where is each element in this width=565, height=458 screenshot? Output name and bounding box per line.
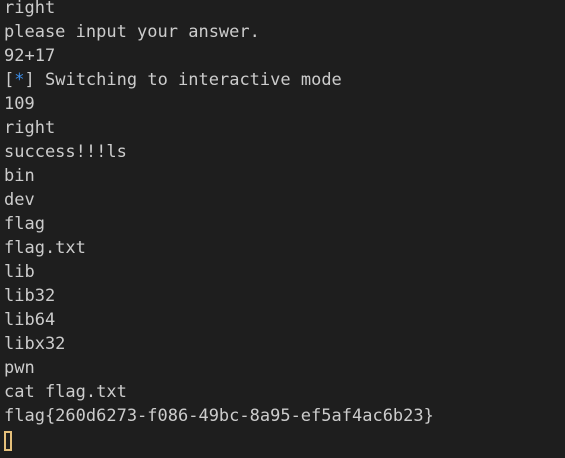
text-cursor[interactable] — [4, 431, 12, 451]
terminal-line: bin — [4, 166, 35, 186]
status-bracket-close: ] — [24, 70, 35, 90]
terminal-line: 109 — [4, 94, 35, 114]
terminal-line-status: [*] Switching to interactive mode — [4, 68, 565, 92]
terminal-line: cat flag.txt — [4, 382, 127, 402]
terminal-line: success!!!ls — [4, 142, 127, 162]
terminal-line: libx32 — [4, 334, 66, 354]
terminal-line: lib — [4, 262, 35, 282]
terminal-line: flag — [4, 214, 45, 234]
terminal-line: lib64 — [4, 310, 56, 330]
status-text: Switching to interactive mode — [34, 70, 342, 90]
terminal-line: lib32 — [4, 286, 56, 306]
terminal-line: right — [4, 118, 56, 138]
status-bracket-open: [ — [4, 70, 15, 90]
status-star: * — [14, 70, 25, 90]
terminal-line: pwn — [4, 358, 35, 378]
terminal-line-flag: flag{260d6273-f086-49bc-8a95-ef5af4ac6b2… — [4, 406, 434, 426]
terminal-line: please input your answer. — [4, 22, 260, 42]
terminal-line: 92+17 — [4, 46, 56, 66]
terminal-line: flag.txt — [4, 238, 86, 258]
input-prompt-line[interactable] — [4, 428, 565, 452]
terminal-line: right — [4, 0, 56, 18]
terminal-line: dev — [4, 190, 35, 210]
terminal-window[interactable]: right please input your answer. 92+17 [*… — [0, 0, 565, 458]
